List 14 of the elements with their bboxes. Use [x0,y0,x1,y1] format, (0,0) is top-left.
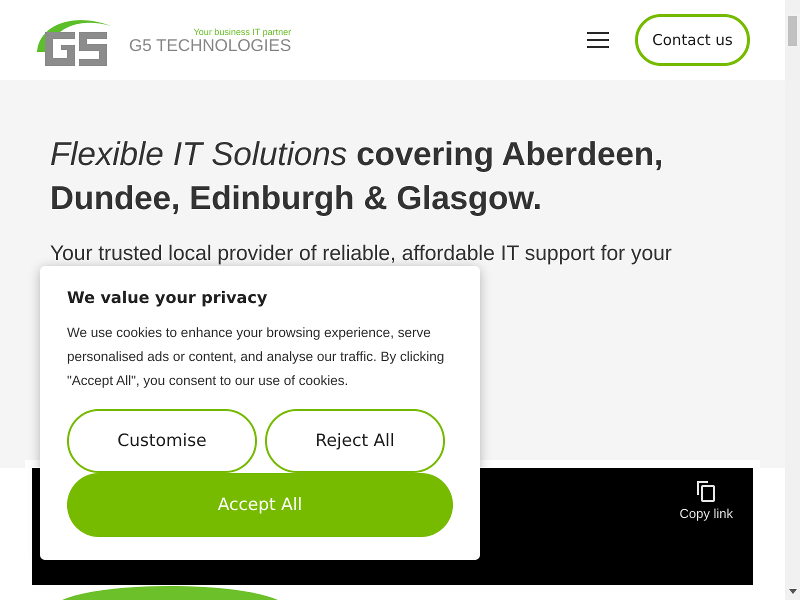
hero-heading: Flexible IT Solutions covering Aberdeen, Dundee, Edinburgh & Glasgow. [50,134,664,218]
cookie-option-button[interactable]: Customise [67,409,257,473]
logo-tagline: Your business IT partner [194,27,292,37]
menu-icon[interactable] [587,32,609,48]
scroll-down-icon[interactable] [788,589,796,594]
hero-subtitle: Your trusted local provider of reliable, affordable IT support for your [50,242,673,266]
dialog-title: We value your privacy [67,288,268,307]
cookie-option-button[interactable]: Reject All [265,409,445,473]
dialog-text: We use cookies to enhance your browsing experience, serve personalised ads or content, and analyse our traffic. By clicking "Accept All", you consent to our use of cookies. [67,324,446,390]
contact-button[interactable]: Contact us [635,14,750,66]
copy-link-button[interactable]: Copy link [680,480,733,528]
scrollbar-thumb[interactable] [788,16,797,46]
logo-wordmark: G5 TECHNOLOGIES [129,37,292,54]
copy-icon [696,480,716,502]
